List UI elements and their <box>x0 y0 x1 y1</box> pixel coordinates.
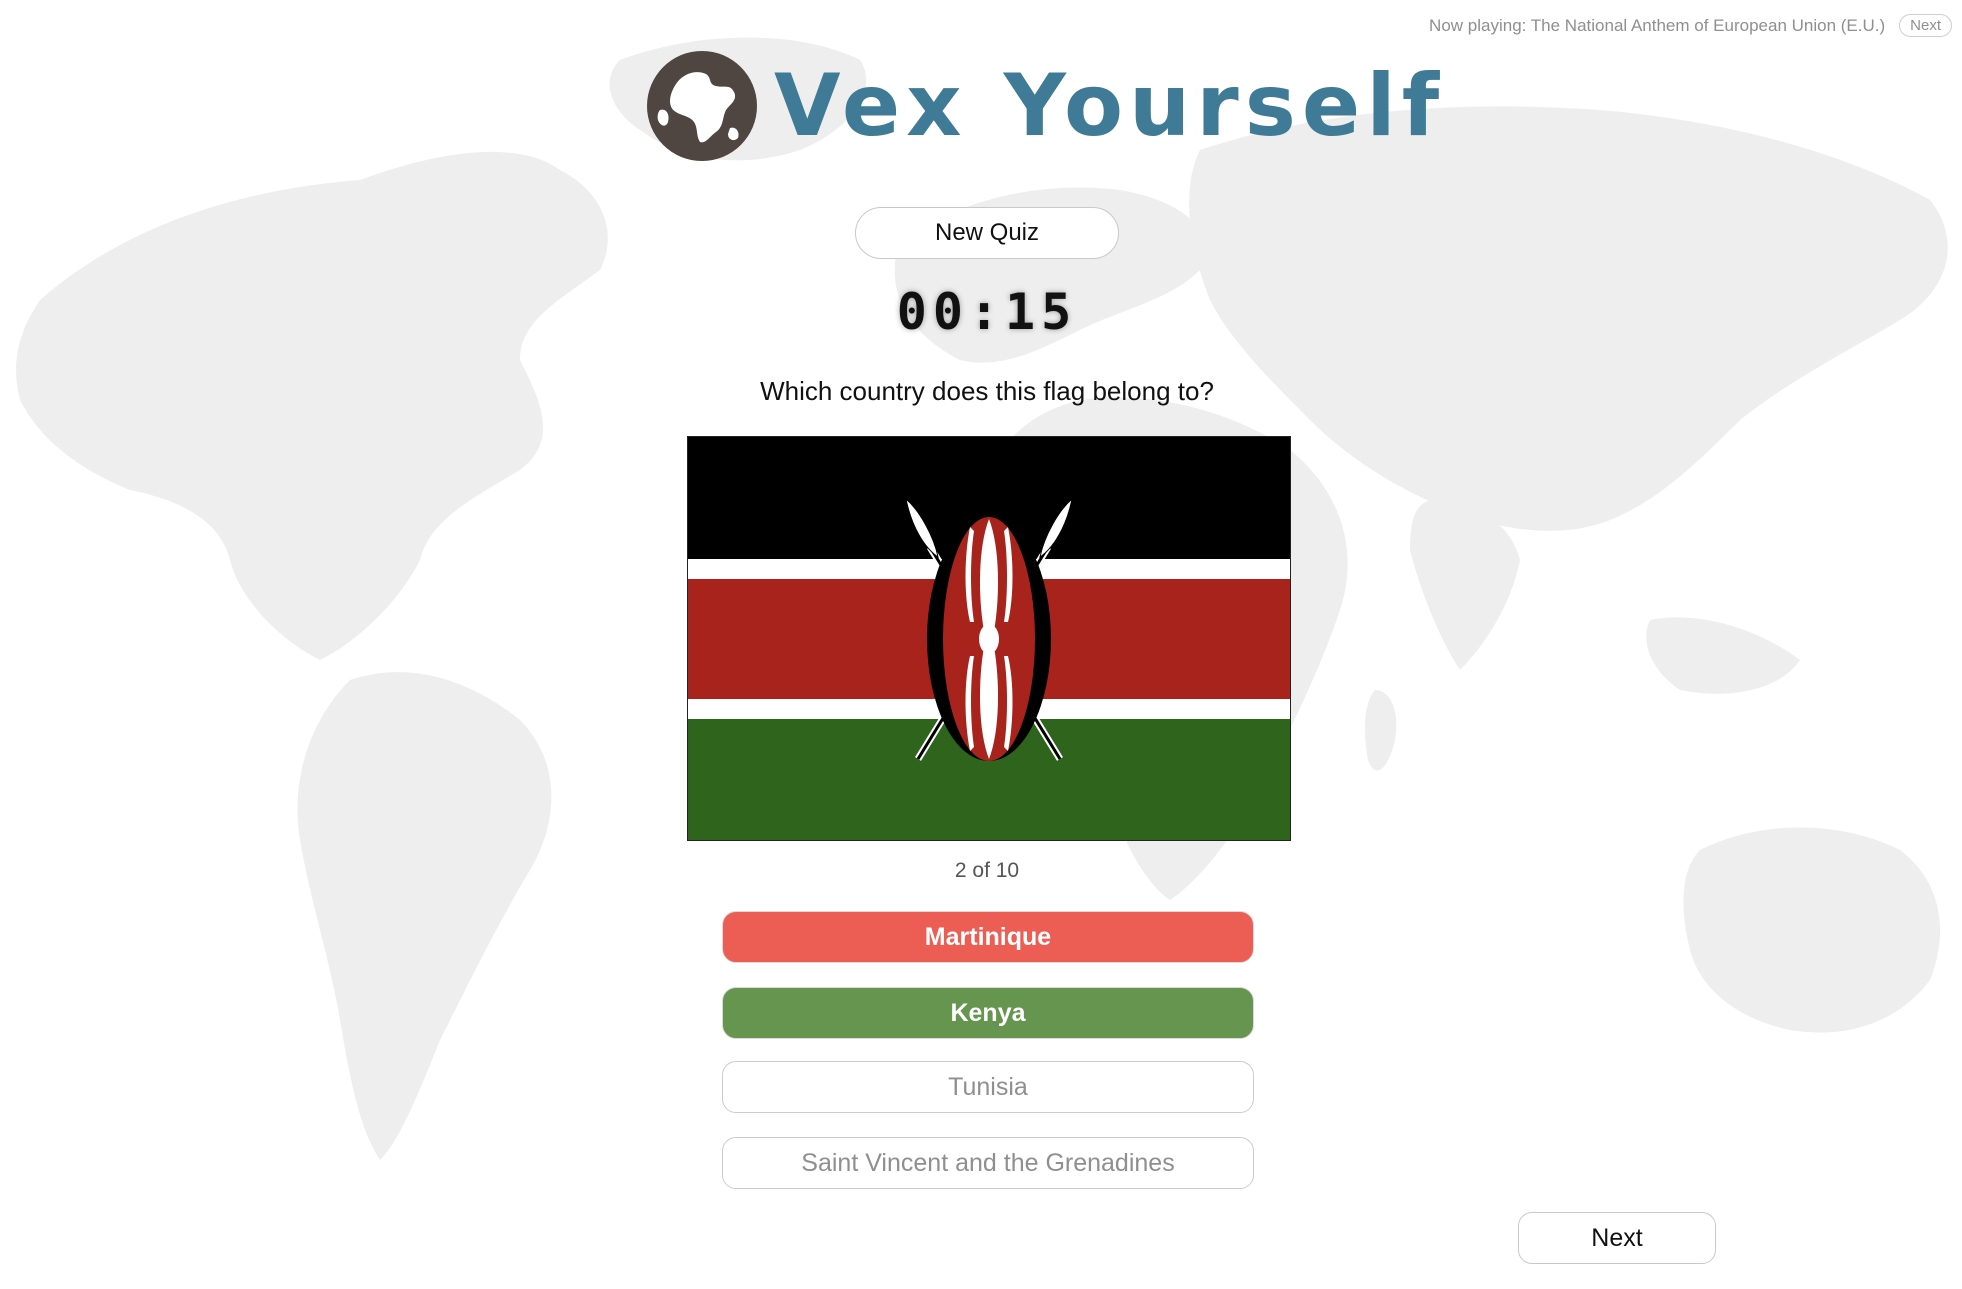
now-playing-next-button[interactable]: Next <box>1899 14 1952 37</box>
question-text: Which country does this flag belong to? <box>760 376 1214 406</box>
question-progress: 2 of 10 <box>954 859 1020 882</box>
globe-icon <box>647 51 757 161</box>
site-logo[interactable]: Vex Yourself <box>646 50 1445 162</box>
now-playing-text: Now playing: The National Anthem of Euro… <box>1429 15 1886 35</box>
new-quiz-button[interactable]: New Quiz <box>855 207 1119 259</box>
next-question-button[interactable]: Next <box>1518 1212 1716 1264</box>
answer-option-4[interactable]: Saint Vincent and the Grenadines <box>722 1137 1254 1189</box>
answer-option-1[interactable]: Martinique <box>722 911 1254 963</box>
answer-option-3[interactable]: Tunisia <box>722 1061 1254 1113</box>
quiz-page: Now playing: The National Anthem of Euro… <box>0 0 1962 1289</box>
now-playing-bar: Now playing: The National Anthem of Euro… <box>1429 14 1952 37</box>
answer-option-2[interactable]: Kenya <box>722 987 1254 1039</box>
logo-text: Vex Yourself <box>774 56 1446 156</box>
kenya-flag-image <box>687 436 1291 841</box>
quiz-timer: 00:15 <box>896 283 1078 341</box>
